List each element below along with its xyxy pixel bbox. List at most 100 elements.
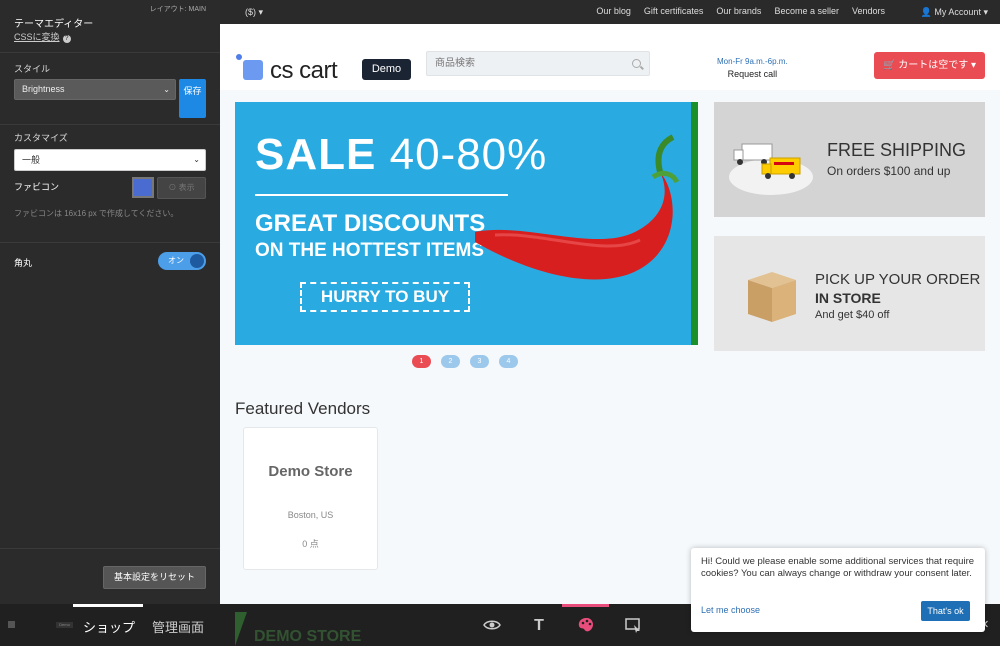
demo-store-text: DEMO STORE (254, 628, 362, 645)
top-links: Our blog Gift certificates Our brands Be… (596, 6, 885, 16)
style-select[interactable]: Brightness ⌄ (14, 79, 176, 100)
let-me-choose-link[interactable]: Let me choose (701, 605, 760, 615)
banner-dot-3[interactable]: 3 (470, 355, 489, 368)
hours-text: Mon-Fr 9a.m.-6p.m. (717, 57, 788, 66)
style-label: スタイル (14, 64, 51, 74)
favicon-view-button[interactable]: ⊙ 表示 (157, 177, 206, 199)
theme-editor-panel: レイアウト: MAIN テーマエディター CSSに変換? スタイル Bright… (0, 0, 220, 604)
vendor-logo[interactable]: Demo Store (244, 463, 377, 480)
pickup-title: PICK UP YOUR ORDER (815, 271, 981, 288)
rounded-corners-label: 角丸 (14, 258, 33, 268)
hero-banner[interactable]: SALE 40-80% GREAT DISCOUNTS ON THE HOTTE… (235, 102, 698, 345)
divider (0, 548, 220, 549)
caret-down-icon: ▾ (258, 7, 264, 17)
favicon-label: ファビコン (14, 182, 60, 192)
pickup-subtitle: And get $40 off (815, 309, 890, 321)
customize-section-select[interactable]: 一般 ⌄ (14, 149, 206, 171)
vendor-location: Boston, US (287, 510, 334, 520)
top-link-brands[interactable]: Our brands (716, 6, 761, 16)
chili-pepper-image (475, 134, 680, 280)
demo-store-backdrop: DEMO STORE (235, 612, 435, 646)
text-edit-icon[interactable]: T (529, 616, 549, 636)
main-content: SALE 40-80% GREAT DISCOUNTS ON THE HOTTE… (220, 90, 1000, 604)
tab-admin[interactable]: 管理画面 (152, 617, 204, 636)
search-input[interactable]: 商品検索 (426, 51, 650, 76)
toggle-knob (190, 254, 204, 268)
cart-button[interactable]: 🛒 カートは空です ▾ (874, 52, 985, 79)
pickup-title-2: IN STORE (815, 290, 881, 306)
request-call-link[interactable]: Request call (717, 69, 788, 79)
vendor-card[interactable]: Demo Store Boston, US 0 点 (243, 427, 378, 570)
my-account-menu[interactable]: 👤 My Account ▾ (921, 7, 988, 18)
reset-defaults-button[interactable]: 基本設定をリセット (103, 566, 206, 589)
customize-select-value: 一般 (22, 155, 41, 165)
css-convert-label[interactable]: CSSに変換 (14, 32, 60, 42)
favicon-hint: ファビコンは 16x16 px で作成してください。 (14, 209, 179, 218)
layout-label: レイアウト: MAIN (149, 6, 206, 13)
contact-hours: Mon-Fr 9a.m.-6p.m. Request call (717, 57, 788, 79)
banner-dot-2[interactable]: 2 (441, 355, 460, 368)
store-header: cs cart Demo 商品検索 Mon-Fr 9a.m.-6p.m. Requ… (220, 24, 1000, 90)
save-style-button[interactable]: 保存 (179, 79, 206, 118)
cart-icon: 🛒 (882, 60, 896, 71)
caret-down-icon: ▾ (970, 60, 977, 71)
divider (0, 52, 220, 53)
palette-icon[interactable] (576, 616, 596, 636)
logo-dot (236, 54, 242, 60)
cookie-accept-button[interactable]: That's ok (921, 601, 970, 621)
top-link-vendors[interactable]: Vendors (852, 6, 885, 16)
chevron-down-icon: ⌄ (193, 155, 200, 164)
top-link-gift-certificates[interactable]: Gift certificates (644, 6, 704, 16)
mini-logo-badge: Demo (56, 622, 73, 628)
search-icon[interactable] (632, 59, 641, 68)
rounded-corners-toggle[interactable]: オン (158, 252, 206, 270)
top-link-become-seller[interactable]: Become a seller (774, 6, 839, 16)
banner-edge (691, 102, 698, 345)
my-account-label: My Account (934, 7, 981, 17)
banner-dot-4[interactable]: 4 (499, 355, 518, 368)
page: レイアウト: MAIN テーマエディター CSSに変換? スタイル Bright… (0, 0, 1000, 646)
user-icon: 👤 (920, 7, 932, 17)
caret-down-icon: ▾ (983, 7, 988, 17)
eye-icon[interactable] (482, 616, 502, 636)
sale-word: SALE (255, 130, 377, 179)
tab-shop[interactable]: ショップ (83, 617, 135, 636)
cookie-consent-banner: Hi! Could we please enable some addition… (691, 548, 985, 632)
active-tab-indicator (73, 604, 143, 607)
banner-dot-1[interactable]: 1 (412, 355, 431, 368)
top-bar: ($) ▾ Our blog Gift certificates Our bra… (220, 0, 1000, 24)
editor-title: テーマエディター (14, 19, 94, 30)
free-shipping-promo[interactable]: FREE SHIPPING On orders $100 and up (714, 102, 985, 217)
style-select-value: Brightness (22, 84, 65, 94)
chevron-down-icon: ⌄ (163, 85, 170, 94)
cookie-message: Hi! Could we please enable some addition… (701, 556, 975, 579)
top-link-blog[interactable]: Our blog (596, 6, 631, 16)
toggle-label: オン (168, 256, 184, 265)
css-convert-link[interactable]: CSSに変換? (14, 30, 71, 43)
mini-logo: Demo (8, 621, 73, 629)
shipping-subtitle: On orders $100 and up (827, 164, 951, 178)
pickup-promo[interactable]: PICK UP YOUR ORDER IN STORE And get $40 … (714, 236, 985, 351)
divider (0, 242, 220, 243)
banner-pagination: 1 2 3 4 (412, 355, 518, 368)
logo-demo-badge: Demo (362, 59, 411, 80)
favicon-preview[interactable] (132, 177, 154, 198)
logo-mark (243, 60, 263, 80)
shipping-title: FREE SHIPPING (827, 140, 967, 160)
logo-text: cs cart (270, 57, 338, 84)
cart-label: カートは空です (898, 60, 969, 71)
currency-label: ($) (245, 7, 256, 17)
delivery-trucks-image (729, 143, 813, 195)
theme-tool-indicator (562, 604, 609, 607)
backdrop-shape (235, 612, 247, 646)
vendor-rating: 0 点 (302, 539, 319, 549)
customize-label: カスタマイズ (14, 133, 68, 143)
help-icon[interactable]: ? (62, 35, 71, 43)
divider (0, 124, 220, 125)
search-placeholder: 商品検索 (435, 58, 475, 69)
cardboard-box-image (748, 272, 796, 322)
mini-logo-mark (8, 621, 15, 628)
featured-vendors-heading: Featured Vendors (235, 399, 371, 418)
currency-selector[interactable]: ($) ▾ (245, 7, 263, 18)
select-block-icon[interactable] (623, 616, 643, 636)
